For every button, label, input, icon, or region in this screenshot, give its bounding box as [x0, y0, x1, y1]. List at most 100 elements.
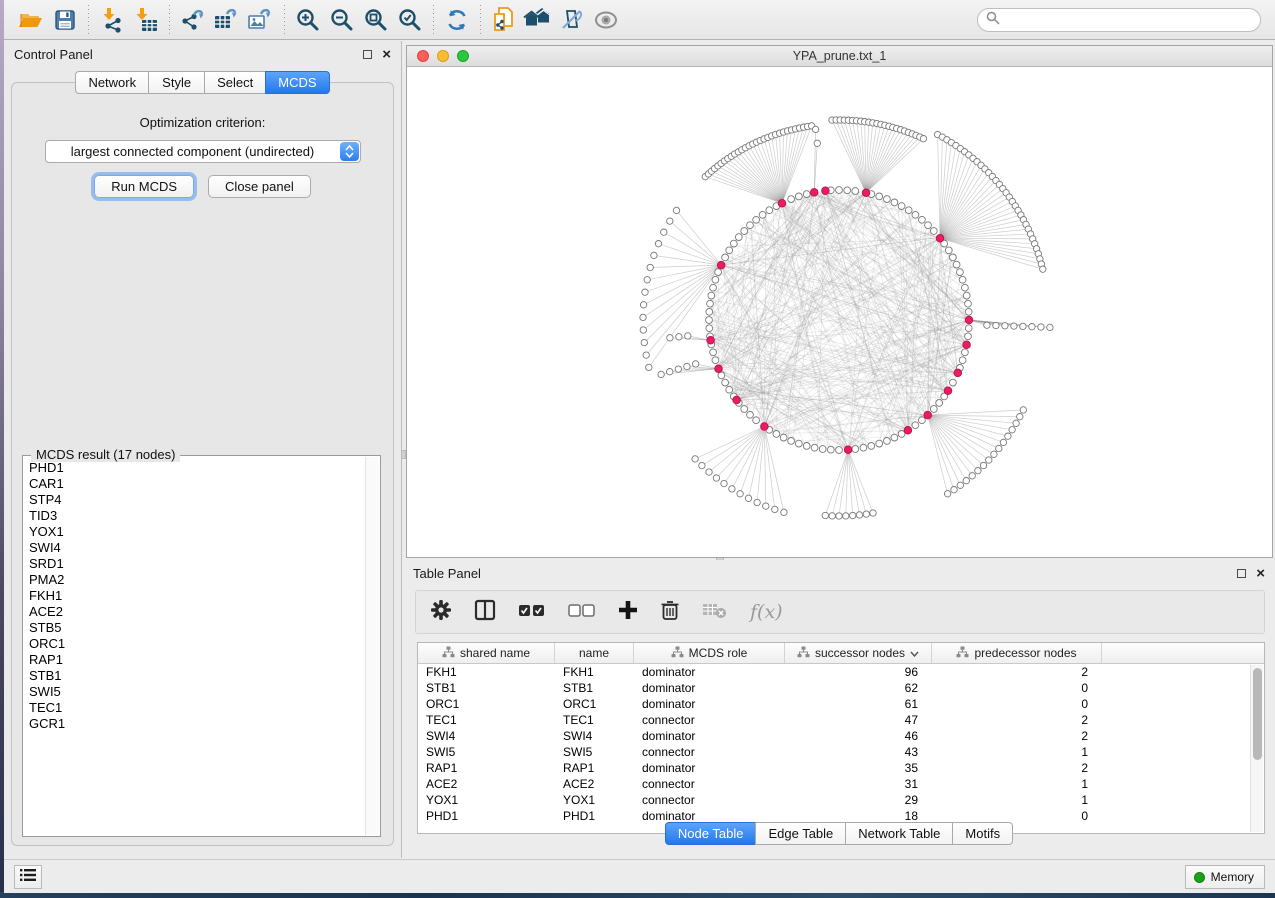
table-cell[interactable]: RAP1	[418, 761, 555, 775]
tab-style[interactable]: Style	[148, 71, 204, 94]
zoom-in-button[interactable]	[291, 4, 325, 36]
mcds-result-item[interactable]: SWI5	[29, 684, 364, 700]
table-cell[interactable]: dominator	[634, 697, 785, 711]
mcds-hub-node[interactable]	[936, 234, 944, 242]
table-cell[interactable]: 0	[932, 809, 1102, 823]
table-cell[interactable]: 2	[932, 761, 1102, 775]
tab-network-table[interactable]: Network Table	[845, 822, 952, 845]
table-scrollbar[interactable]	[1250, 665, 1263, 832]
function-builder-button[interactable]: f(x)	[750, 601, 783, 623]
table-cell[interactable]: dominator	[634, 681, 785, 695]
table-cell[interactable]: dominator	[634, 729, 785, 743]
zoom-out-button[interactable]	[325, 4, 359, 36]
table-cell[interactable]: FKH1	[418, 665, 555, 679]
scrollbar-thumb[interactable]	[1253, 668, 1262, 760]
import-table-button[interactable]	[129, 4, 163, 36]
mcds-hub-node[interactable]	[717, 261, 725, 269]
table-cell[interactable]: 1	[932, 777, 1102, 791]
float-panel-icon[interactable]	[1237, 569, 1246, 578]
table-cell[interactable]: PHD1	[418, 809, 555, 823]
mcds-hub-node[interactable]	[778, 199, 786, 207]
table-cell[interactable]: 1	[932, 793, 1102, 807]
tab-mcds[interactable]: MCDS	[265, 71, 329, 94]
column-header-predecessor-nodes[interactable]: predecessor nodes	[932, 643, 1102, 663]
tab-motifs[interactable]: Motifs	[952, 822, 1013, 845]
select-all-button[interactable]	[518, 602, 546, 623]
table-cell[interactable]: 62	[785, 681, 932, 695]
deselect-all-button[interactable]	[568, 602, 596, 623]
mcds-result-item[interactable]: ORC1	[29, 636, 364, 652]
table-cell[interactable]: 29	[785, 793, 932, 807]
delete-column-button[interactable]	[660, 599, 680, 626]
close-panel-icon[interactable]: ×	[382, 50, 391, 59]
table-cell[interactable]: 2	[932, 665, 1102, 679]
optimization-criterion-select[interactable]: largest connected component (undirected)	[45, 140, 361, 163]
table-settings-button[interactable]	[430, 599, 452, 626]
table-cell[interactable]: YOX1	[418, 793, 555, 807]
table-cell[interactable]: TEC1	[555, 713, 634, 727]
column-header-MCDS-role[interactable]: MCDS role	[634, 643, 785, 663]
table-cell[interactable]: connector	[634, 713, 785, 727]
export-image-button[interactable]	[244, 4, 278, 36]
table-cell[interactable]: 43	[785, 745, 932, 759]
refresh-view-button[interactable]	[440, 4, 474, 36]
table-cell[interactable]: 0	[932, 681, 1102, 695]
table-cell[interactable]: STB1	[418, 681, 555, 695]
export-table-button[interactable]	[210, 4, 244, 36]
mcds-result-item[interactable]: STB5	[29, 620, 364, 636]
search-input[interactable]	[1000, 13, 1260, 27]
mcds-result-item[interactable]: STP4	[29, 492, 364, 508]
table-row[interactable]: SWI4SWI4dominator462	[418, 728, 1264, 744]
table-row[interactable]: SWI5SWI5connector431	[418, 744, 1264, 760]
table-cell[interactable]: 1	[932, 745, 1102, 759]
table-cell[interactable]: dominator	[634, 761, 785, 775]
hide-graphics-details-button[interactable]	[555, 4, 589, 36]
table-cell[interactable]: 31	[785, 777, 932, 791]
tab-network[interactable]: Network	[75, 71, 148, 94]
column-header-name[interactable]: name	[555, 643, 634, 663]
table-cell[interactable]: dominator	[634, 665, 785, 679]
table-row[interactable]: ORC1ORC1dominator610	[418, 696, 1264, 712]
table-cell[interactable]: RAP1	[555, 761, 634, 775]
tab-select[interactable]: Select	[204, 71, 265, 94]
table-cell[interactable]: 2	[932, 713, 1102, 727]
zoom-fit-button[interactable]	[359, 4, 393, 36]
network-window-titlebar[interactable]: YPA_prune.txt_1	[407, 46, 1272, 67]
mcds-hub-node[interactable]	[963, 341, 971, 349]
mcds-result-item[interactable]: SWI4	[29, 540, 364, 556]
add-column-button[interactable]	[618, 600, 638, 625]
share-document-button[interactable]	[487, 4, 521, 36]
table-cell[interactable]: SWI4	[418, 729, 555, 743]
mcds-result-item[interactable]: TID3	[29, 508, 364, 524]
table-cell[interactable]: ACE2	[555, 777, 634, 791]
mcds-result-list[interactable]: PHD1CAR1STP4TID3YOX1SWI4SRD1PMA2FKH1ACE2…	[29, 460, 364, 834]
delete-table-button[interactable]	[702, 601, 728, 624]
mcds-hub-node[interactable]	[944, 387, 952, 395]
mcds-result-item[interactable]: YOX1	[29, 524, 364, 540]
table-cell[interactable]: connector	[634, 793, 785, 807]
mcds-result-item[interactable]: PHD1	[29, 460, 364, 476]
mcds-result-item[interactable]: SRD1	[29, 556, 364, 572]
mcds-list-scrollbar[interactable]	[365, 457, 379, 835]
mcds-hub-node[interactable]	[904, 426, 912, 434]
tab-node-table[interactable]: Node Table	[665, 822, 756, 845]
float-panel-icon[interactable]	[363, 50, 372, 59]
search-box[interactable]	[977, 8, 1261, 32]
show-graphics-details-button[interactable]	[589, 4, 623, 36]
mcds-hub-node[interactable]	[862, 189, 870, 197]
table-row[interactable]: RAP1RAP1dominator352	[418, 760, 1264, 776]
table-cell[interactable]: ORC1	[555, 697, 634, 711]
mcds-result-item[interactable]: ACE2	[29, 604, 364, 620]
mcds-result-item[interactable]: FKH1	[29, 588, 364, 604]
mcds-hub-node[interactable]	[707, 337, 715, 345]
table-cell[interactable]: STB1	[555, 681, 634, 695]
table-row[interactable]: TEC1TEC1connector472	[418, 712, 1264, 728]
table-cell[interactable]: 0	[932, 697, 1102, 711]
mcds-hub-node[interactable]	[924, 411, 932, 419]
export-network-button[interactable]	[176, 4, 210, 36]
table-cell[interactable]: ACE2	[418, 777, 555, 791]
table-row[interactable]: FKH1FKH1dominator962	[418, 664, 1264, 680]
table-cell[interactable]: PHD1	[555, 809, 634, 823]
import-network-button[interactable]	[95, 4, 129, 36]
column-header-shared-name[interactable]: shared name	[418, 643, 555, 663]
